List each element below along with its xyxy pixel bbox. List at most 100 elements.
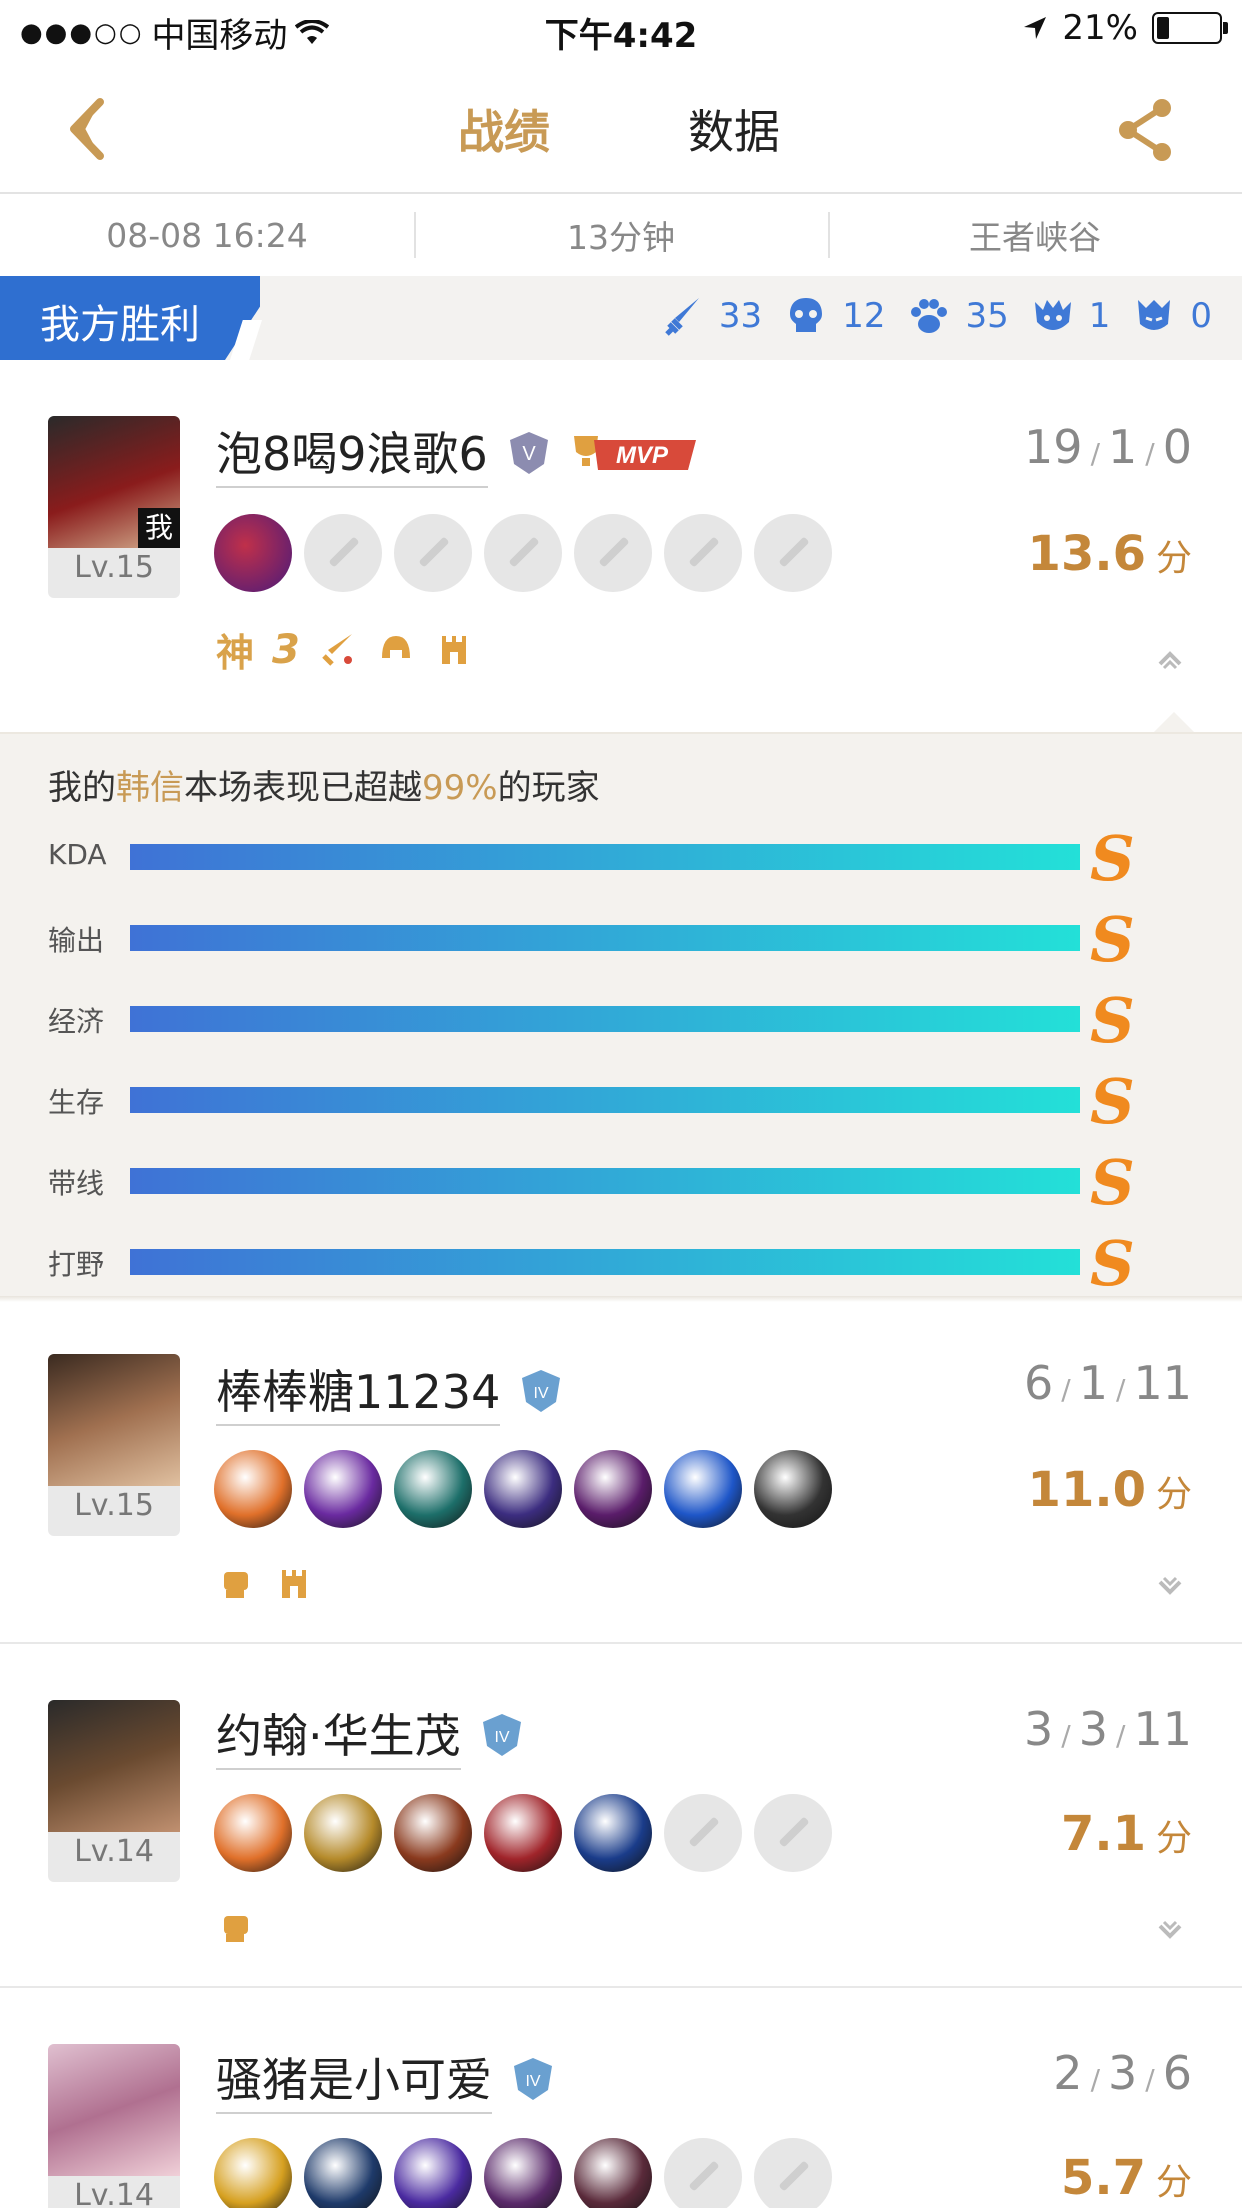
player-name-row: 泡8喝9浪歌6 V MVP bbox=[216, 418, 700, 488]
match-info-row: 08-08 16:24 13分钟 王者峡谷 bbox=[0, 194, 1242, 276]
item-slot[interactable] bbox=[394, 1450, 472, 1528]
empty-item-slot bbox=[664, 1794, 742, 1872]
perf-row-kda: KDA S bbox=[48, 822, 1178, 895]
item-slot[interactable] bbox=[484, 1450, 562, 1528]
tab-data[interactable]: 数据 bbox=[688, 96, 780, 162]
item-list bbox=[214, 2138, 832, 2208]
kda-kills: 19 bbox=[1024, 420, 1083, 474]
perf-row-output: 输出 S bbox=[48, 903, 1178, 976]
perf-hero: 韩信 bbox=[116, 768, 184, 808]
hero-portrait bbox=[48, 1354, 180, 1486]
item-slot[interactable] bbox=[574, 1794, 652, 1872]
item-slot[interactable] bbox=[214, 514, 292, 592]
damage-sword-icon bbox=[322, 633, 352, 666]
perf-label: 打野 bbox=[48, 1248, 105, 1281]
kda-deaths: 1 bbox=[1108, 420, 1138, 474]
rank-text: V bbox=[522, 443, 536, 465]
item-slot[interactable] bbox=[574, 2138, 652, 2208]
score-value: 11.0 bbox=[1027, 1462, 1146, 1518]
tab-record[interactable]: 战绩 bbox=[458, 96, 550, 162]
perf-bar bbox=[130, 1006, 1080, 1032]
fist-icon bbox=[224, 1572, 248, 1598]
team-dragons: 1 bbox=[1031, 294, 1111, 338]
score-unit: 分 bbox=[1155, 538, 1192, 579]
player-level: Lv.15 bbox=[74, 550, 154, 585]
team-deaths: 12 bbox=[784, 294, 885, 338]
perf-bar bbox=[130, 1087, 1080, 1113]
item-slot[interactable] bbox=[484, 2138, 562, 2208]
kda-kills: 6 bbox=[1024, 1356, 1054, 1410]
dragon-icon bbox=[1034, 300, 1071, 330]
location-arrow-icon bbox=[1024, 17, 1047, 39]
share-icon[interactable] bbox=[1110, 94, 1180, 164]
perf-label: 经济 bbox=[48, 1005, 105, 1038]
player-name[interactable]: 约翰·华生茂 bbox=[216, 1700, 461, 1770]
perf-row-jungle: 打野 S bbox=[48, 1227, 1178, 1300]
tower-icon bbox=[282, 1570, 306, 1598]
perf-grade: S bbox=[1090, 984, 1135, 1057]
chevron-down-icon[interactable] bbox=[1154, 1916, 1186, 1948]
item-slot[interactable] bbox=[394, 1794, 472, 1872]
player-kda: 2/3/6 bbox=[1053, 2046, 1192, 2100]
perf-percent: 99% bbox=[422, 768, 498, 808]
player-avatar[interactable]: 我 Lv.15 bbox=[48, 416, 180, 598]
player-avatar[interactable]: Lv.14 bbox=[48, 1700, 180, 1882]
match-datetime: 08-08 16:24 bbox=[106, 215, 308, 255]
item-slot[interactable] bbox=[304, 1450, 382, 1528]
performance-summary: 我的韩信本场表现已超越99%的玩家 bbox=[48, 760, 600, 809]
item-slot[interactable] bbox=[304, 2138, 382, 2208]
match-duration: 13分钟 bbox=[414, 194, 828, 276]
player-card[interactable]: Lv.15 棒棒糖11234 IV 6/1/11 11.0 分 bbox=[0, 1300, 1242, 1644]
player-avatar[interactable]: Lv.15 bbox=[48, 1354, 180, 1536]
item-slot[interactable] bbox=[484, 1794, 562, 1872]
score-value: 7.1 bbox=[1060, 1806, 1146, 1862]
perf-bar bbox=[130, 1249, 1080, 1275]
item-slot[interactable] bbox=[304, 1794, 382, 1872]
status-bar: ●●●○○ 中国移动 下午4:42 21% bbox=[0, 0, 1242, 60]
item-slot[interactable] bbox=[214, 1450, 292, 1528]
player-name[interactable]: 泡8喝9浪歌6 bbox=[216, 418, 488, 488]
item-slot[interactable] bbox=[574, 1450, 652, 1528]
item-slot[interactable] bbox=[754, 1450, 832, 1528]
chevron-down-icon[interactable] bbox=[1154, 1572, 1186, 1604]
player-kda: 19/1/0 bbox=[1024, 420, 1192, 474]
item-slot[interactable] bbox=[664, 1450, 742, 1528]
perf-row-survival: 生存 S bbox=[48, 1065, 1178, 1138]
item-slot[interactable] bbox=[214, 1794, 292, 1872]
score-value: 13.6 bbox=[1027, 526, 1146, 582]
team-summary-bar: 我方胜利 33 12 35 1 0 bbox=[0, 276, 1242, 360]
player-score: 7.1 分 bbox=[1061, 1806, 1192, 1862]
perf-row-push: 带线 S bbox=[48, 1146, 1178, 1219]
rank-iv-icon: IV bbox=[482, 1714, 521, 1756]
player-name[interactable]: 棒棒糖11234 bbox=[216, 1356, 501, 1426]
kda-assists: 11 bbox=[1133, 1702, 1192, 1756]
score-value: 5.7 bbox=[1060, 2150, 1146, 2206]
achievement-badges: 神 3 bbox=[216, 622, 474, 677]
team-kills: 33 bbox=[661, 294, 762, 338]
kda-deaths: 1 bbox=[1078, 1356, 1109, 1410]
perf-grade: S bbox=[1090, 1146, 1135, 1219]
match-map: 王者峡谷 bbox=[828, 194, 1242, 276]
chevron-up-icon[interactable] bbox=[1154, 642, 1186, 674]
player-card[interactable]: Lv.14 约翰·华生茂 IV 3/3/11 7.1 分 bbox=[0, 1644, 1242, 1988]
player-card[interactable]: 我 Lv.15 泡8喝9浪歌6 V MVP 19/1/0 13.6 分 神 3 bbox=[0, 360, 1242, 732]
player-avatar[interactable]: Lv.14 bbox=[48, 2044, 180, 2208]
item-slot[interactable] bbox=[214, 2138, 292, 2208]
perf-bar bbox=[130, 1168, 1080, 1194]
player-card[interactable]: Lv.14 骚猪是小可爱 IV 2/3/6 5.7 分 bbox=[0, 1988, 1242, 2208]
team-tyrants-value: 0 bbox=[1190, 296, 1212, 336]
team-result: 我方胜利 bbox=[40, 302, 200, 348]
empty-item-slot bbox=[304, 514, 382, 592]
score-unit: 分 bbox=[1155, 1474, 1192, 1515]
tyrant-icon bbox=[1138, 300, 1171, 330]
team-dragons-value: 1 bbox=[1088, 296, 1111, 336]
player-name-row: 骚猪是小可爱 IV bbox=[216, 2044, 556, 2114]
godlike-badge: 神 bbox=[216, 631, 255, 675]
item-slot[interactable] bbox=[394, 2138, 472, 2208]
rank-iv-icon: IV bbox=[522, 1370, 561, 1412]
item-list bbox=[214, 1794, 832, 1872]
back-arrow-icon[interactable] bbox=[60, 94, 130, 164]
player-name[interactable]: 骚猪是小可爱 bbox=[216, 2044, 492, 2114]
kda-assists: 0 bbox=[1162, 420, 1192, 474]
perf-bar bbox=[130, 844, 1080, 870]
